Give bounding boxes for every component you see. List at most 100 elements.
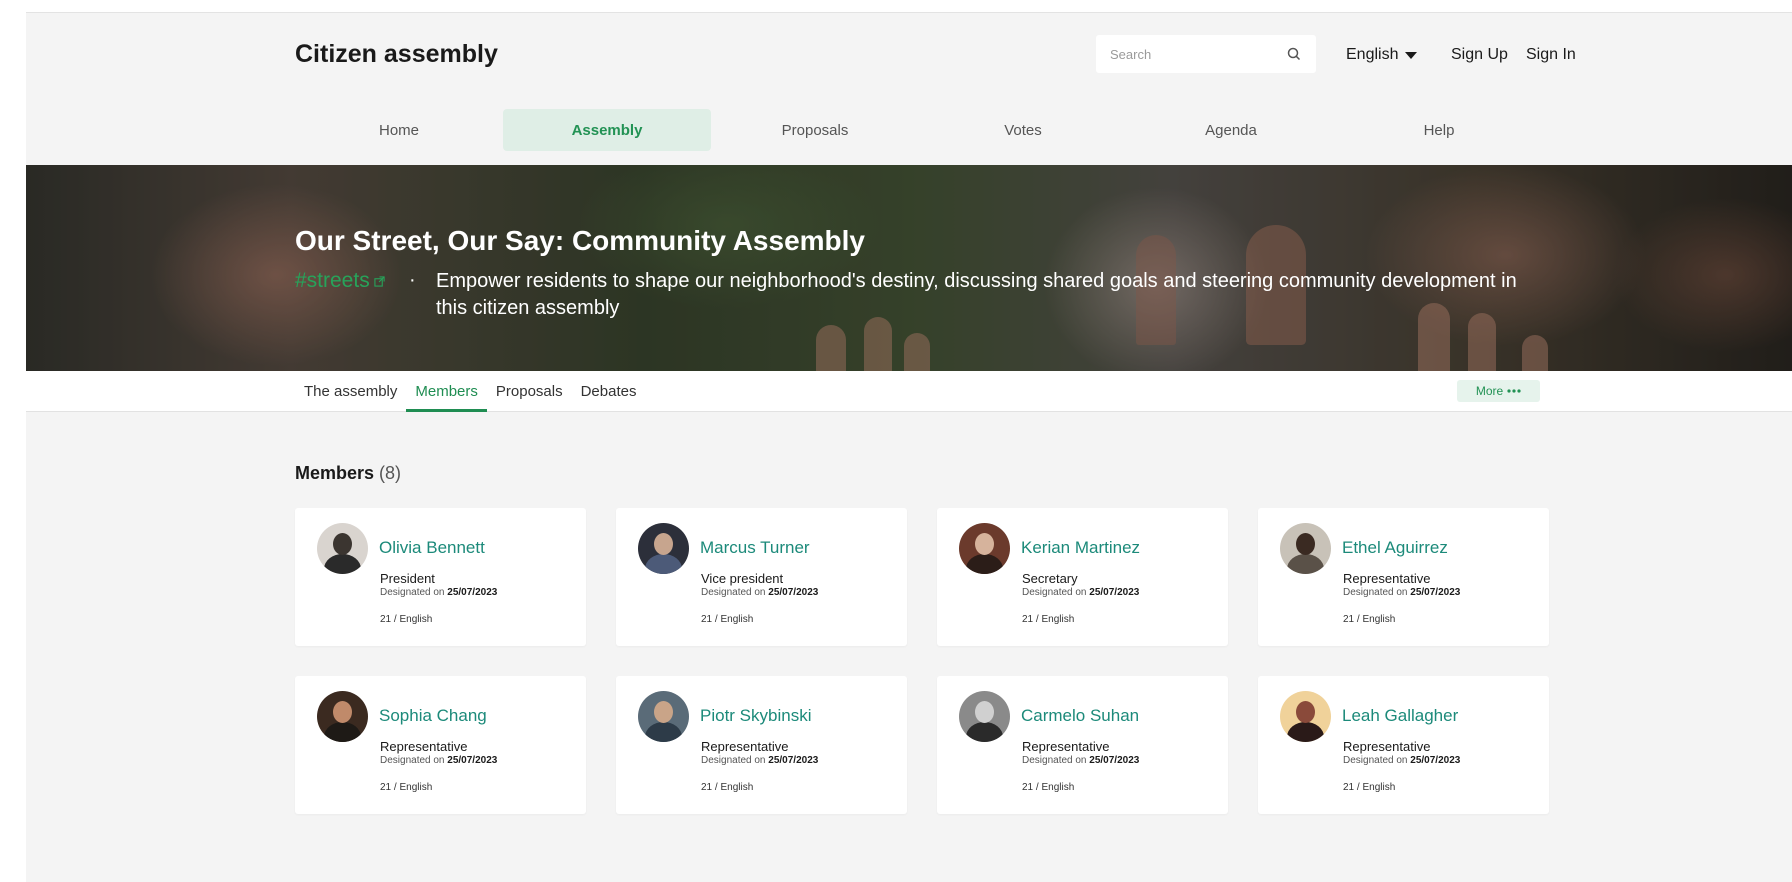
designated-label: Designated on (380, 587, 445, 598)
member-name[interactable]: Olivia Bennett (379, 538, 485, 558)
members-heading-label: Members (295, 463, 375, 483)
designated-label: Designated on (701, 587, 766, 598)
site-title[interactable]: Citizen assembly (295, 40, 498, 69)
member-designation: Designated on 25/07/2023 (701, 587, 818, 598)
member-role: President (380, 571, 435, 586)
avatar[interactable] (1280, 691, 1331, 742)
assembly-subnav: The assembly Members Proposals Debates More (26, 371, 1792, 412)
member-designation: Designated on 25/07/2023 (701, 755, 818, 766)
member-meta: 21 / English (380, 782, 433, 793)
avatar-head (1296, 533, 1315, 555)
member-card[interactable]: Marcus Turner Vice president Designated on… (616, 508, 907, 646)
designated-label: Designated on (701, 755, 766, 766)
member-card[interactable]: Carmelo Suhan Representative Designated on… (937, 676, 1228, 814)
member-name[interactable]: Sophia Chang (379, 706, 487, 726)
member-role: Vice president (701, 571, 784, 586)
member-role: Representative (701, 739, 789, 754)
avatar[interactable] (317, 691, 368, 742)
member-name[interactable]: Kerian Martinez (1021, 538, 1140, 558)
tab-debates[interactable]: Debates (572, 371, 646, 411)
designated-date: 25/07/2023 (447, 755, 498, 766)
member-name[interactable]: Carmelo Suhan (1021, 706, 1139, 726)
member-card[interactable]: Sophia Chang Representative Designated on … (295, 676, 586, 814)
designated-date: 25/07/2023 (768, 755, 819, 766)
designated-date: 25/07/2023 (1089, 755, 1140, 766)
tab-proposals[interactable]: Proposals (487, 371, 572, 411)
member-designation: Designated on 25/07/2023 (380, 755, 497, 766)
nav-item-home[interactable]: Home (295, 109, 503, 151)
avatar-head (654, 533, 673, 555)
member-designation: Designated on 25/07/2023 (1343, 755, 1460, 766)
designated-date: 25/07/2023 (1089, 587, 1140, 598)
designated-date: 25/07/2023 (447, 587, 498, 598)
nav-item-proposals[interactable]: Proposals (711, 109, 919, 151)
external-link-icon (374, 275, 385, 287)
designated-label: Designated on (1343, 755, 1408, 766)
assembly-title: Our Street, Our Say: Community Assembly (295, 225, 865, 256)
assembly-description: Empower residents to shape our neighborh… (436, 270, 1517, 319)
sign-in-link[interactable]: Sign In (1526, 46, 1576, 64)
avatar-head (975, 701, 994, 723)
member-role: Secretary (1022, 571, 1078, 586)
more-dots-icon (1507, 389, 1521, 393)
member-meta: 21 / English (1343, 782, 1396, 793)
page: Citizen assembly English Sign Up Sign In… (26, 12, 1792, 882)
member-card[interactable]: Olivia Bennett President Designated on 25/… (295, 508, 586, 646)
avatar[interactable] (959, 523, 1010, 574)
hashtag-link[interactable]: #streets (295, 269, 385, 293)
member-meta: 21 / English (701, 614, 754, 625)
avatar-head (333, 701, 352, 723)
avatar-body (324, 554, 361, 574)
hashtag-text: #streets (295, 269, 370, 292)
avatar-head (333, 533, 352, 555)
hero-banner: Our Street, Our Say: Community Assembly … (26, 165, 1792, 371)
main-nav: Home Assembly Proposals Votes Agenda Help (295, 109, 1543, 151)
member-card[interactable]: Kerian Martinez Secretary Designated on 25… (937, 508, 1228, 646)
member-card[interactable]: Leah Gallagher Representative Designated o… (1258, 676, 1549, 814)
member-card[interactable]: Ethel Aguirrez Representative Designated o… (1258, 508, 1549, 646)
nav-item-help[interactable]: Help (1335, 109, 1543, 151)
more-button[interactable]: More (1457, 380, 1540, 402)
member-role: Representative (380, 739, 468, 754)
member-meta: 21 / English (701, 782, 754, 793)
nav-item-votes[interactable]: Votes (919, 109, 1127, 151)
search-box[interactable] (1096, 35, 1316, 73)
members-count: (8) (379, 463, 402, 483)
member-role: Representative (1343, 571, 1431, 586)
designated-label: Designated on (1022, 755, 1087, 766)
avatar[interactable] (959, 691, 1010, 742)
avatar-head (1296, 701, 1315, 723)
member-designation: Designated on 25/07/2023 (380, 587, 497, 598)
member-name[interactable]: Marcus Turner (700, 538, 810, 558)
designated-label: Designated on (380, 755, 445, 766)
member-name[interactable]: Leah Gallagher (1342, 706, 1458, 726)
search-icon[interactable] (1286, 46, 1302, 62)
sign-up-link[interactable]: Sign Up (1451, 46, 1508, 64)
avatar-body (966, 554, 1003, 574)
member-card[interactable]: Piotr Skybinski Representative Designated … (616, 676, 907, 814)
tab-the-assembly[interactable]: The assembly (295, 371, 406, 411)
nav-item-assembly[interactable]: Assembly (503, 109, 711, 151)
search-input[interactable] (1108, 45, 1272, 63)
avatar[interactable] (317, 523, 368, 574)
avatar[interactable] (638, 523, 689, 574)
designated-date: 25/07/2023 (1410, 587, 1461, 598)
member-name[interactable]: Ethel Aguirrez (1342, 538, 1448, 558)
avatar[interactable] (1280, 523, 1331, 574)
designated-date: 25/07/2023 (1410, 755, 1461, 766)
member-designation: Designated on 25/07/2023 (1343, 587, 1460, 598)
nav-item-agenda[interactable]: Agenda (1127, 109, 1335, 151)
avatar-body (645, 722, 682, 742)
top-divider (26, 12, 1792, 13)
avatar-body (1287, 722, 1324, 742)
more-label: More (1475, 384, 1504, 398)
tab-members[interactable]: Members (406, 371, 487, 412)
member-meta: 21 / English (1343, 614, 1396, 625)
designated-label: Designated on (1022, 587, 1087, 598)
member-name[interactable]: Piotr Skybinski (700, 706, 811, 726)
language-selector[interactable]: English (1346, 46, 1418, 64)
member-meta: 21 / English (380, 614, 433, 625)
designated-label: Designated on (1343, 587, 1408, 598)
avatar[interactable] (638, 691, 689, 742)
member-meta: 21 / English (1022, 782, 1075, 793)
